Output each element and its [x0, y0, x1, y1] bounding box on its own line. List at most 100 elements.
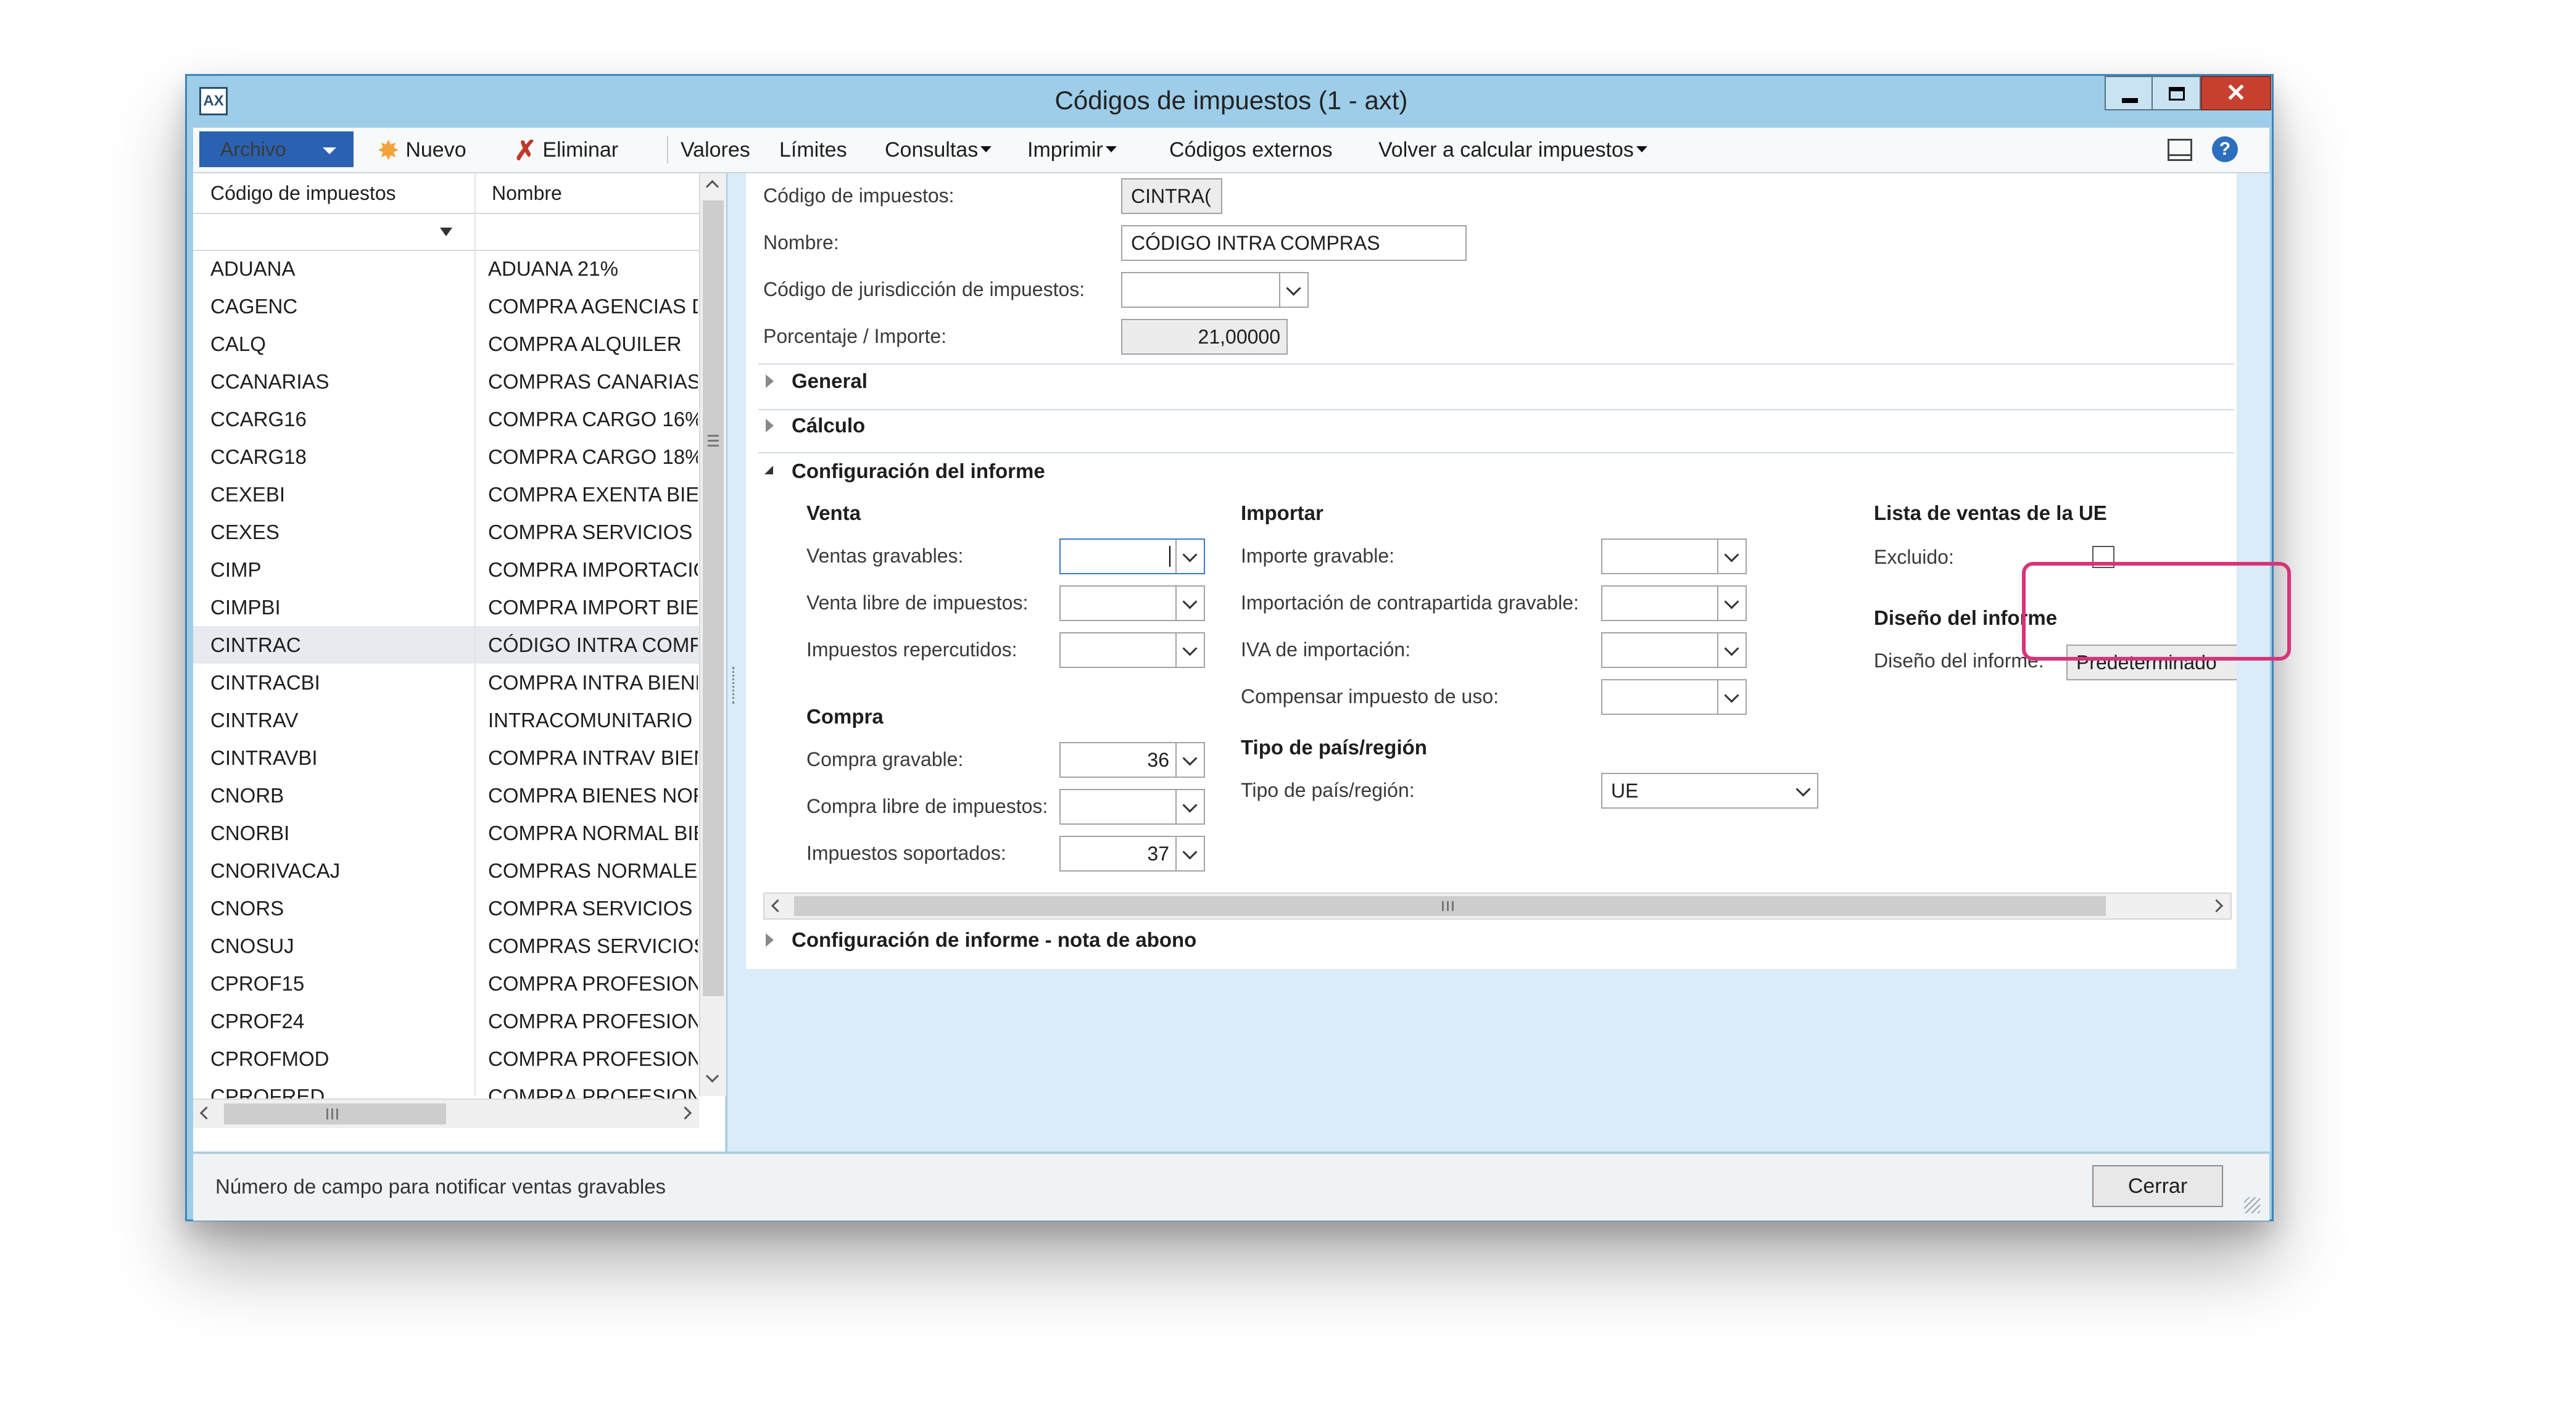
list-row[interactable]: CNORB COMPRA BIENES NOR — [193, 777, 699, 814]
list-row[interactable]: CCANARIAS COMPRAS CANARIAS — [193, 363, 699, 400]
delete-label: Eliminar — [542, 138, 619, 162]
delete-button[interactable]: ✗ Eliminar — [514, 128, 618, 172]
dropdown-button[interactable] — [1717, 587, 1746, 620]
file-menu-button[interactable]: Archivo — [199, 131, 354, 167]
scroll-down-icon[interactable] — [705, 1069, 719, 1083]
scroll-right-icon[interactable] — [2209, 899, 2224, 913]
taxable-sales-combo[interactable] — [1059, 538, 1205, 574]
detail-horizontal-scrollbar[interactable] — [763, 893, 2232, 920]
jurisdiction-combo[interactable] — [1121, 272, 1309, 308]
list-header: Código de impuestos Nombre — [193, 173, 725, 214]
list-row[interactable]: CCARG16 COMPRA CARGO 16% — [193, 400, 699, 438]
list-row[interactable]: CINTRACBI COMPRA INTRA BIENE — [193, 664, 699, 701]
tax-free-purchase-combo[interactable] — [1059, 789, 1205, 825]
column-header-code[interactable]: Código de impuestos — [210, 173, 396, 213]
layout-icon[interactable] — [2168, 139, 2192, 161]
tax-code-cell: CNORBI — [210, 822, 290, 844]
list-row[interactable]: CAGENC COMPRA AGENCIAS D — [193, 287, 699, 325]
list-row[interactable]: CIMPBI COMPRA IMPORT BIEN — [193, 588, 699, 626]
limits-button[interactable]: Límites — [779, 128, 847, 172]
list-row[interactable]: ADUANA ADUANA 21% — [193, 250, 699, 287]
venta-group-title: Venta — [806, 501, 861, 524]
output-tax-label: Impuestos repercutidos: — [806, 638, 1017, 661]
close-form-button[interactable]: Cerrar — [2092, 1165, 2223, 1207]
tax-name-cell: COMPRA PROFESIONA — [488, 1047, 698, 1070]
tax-code-cell: CEXES — [210, 521, 280, 543]
list-row[interactable]: CALQ COMPRA ALQUILER — [193, 325, 699, 363]
tax-codes-window: AX Códigos de impuestos (1 - axt) ✕ Arch… — [185, 74, 2291, 1221]
list-scroll-thumb[interactable] — [703, 200, 724, 996]
tax-code-field[interactable]: CINTRA( — [1121, 178, 1222, 214]
dropdown-button[interactable] — [1175, 790, 1204, 823]
dropdown-button[interactable] — [1717, 680, 1746, 714]
list-row[interactable]: CEXEBI COMPRA EXENTA BIEN — [193, 476, 699, 513]
queries-menu[interactable]: Consultas — [885, 128, 992, 172]
list-row[interactable]: CIMP COMPRA IMPORTACIO — [193, 551, 699, 588]
window-close-button[interactable]: ✕ — [2201, 76, 2271, 110]
section-credit-note-config[interactable]: Configuración de informe - nota de abono — [766, 928, 1196, 951]
print-menu[interactable]: Imprimir — [1027, 128, 1117, 172]
list-row[interactable]: CINTRAV INTRACOMUNITARIO — [193, 701, 699, 739]
section-general[interactable]: General — [766, 369, 868, 392]
dropdown-button[interactable] — [1717, 540, 1746, 573]
filter-dropdown-icon[interactable] — [440, 228, 452, 239]
list-row[interactable]: CINTRAC CÓDIGO INTRA COMP — [193, 626, 699, 664]
tax-free-sales-combo[interactable] — [1059, 585, 1205, 621]
list-row[interactable]: CNORBI COMPRA NORMAL BIE — [193, 814, 699, 852]
expand-icon — [766, 374, 774, 388]
recalculate-taxes-menu[interactable]: Volver a calcular impuestos — [1378, 128, 1647, 172]
dropdown-button[interactable] — [1279, 273, 1307, 307]
list-row[interactable]: CPROFMOD COMPRA PROFESIONA — [193, 1040, 699, 1078]
list-row[interactable]: CEXES COMPRA SERVICIOS E — [193, 513, 699, 551]
values-button[interactable]: Valores — [681, 128, 750, 172]
list-row[interactable]: CNORIVACAJ COMPRAS NORMALES — [193, 852, 699, 889]
section-calculation[interactable]: Cálculo — [766, 414, 865, 437]
list-vertical-scrollbar[interactable] — [699, 173, 726, 1096]
taxable-import-combo[interactable] — [1601, 538, 1747, 574]
dropdown-button[interactable] — [1175, 837, 1204, 870]
list-hscroll-thumb[interactable] — [224, 1103, 446, 1124]
scroll-left-icon[interactable] — [199, 1106, 213, 1120]
external-codes-button[interactable]: Códigos externos — [1169, 128, 1333, 172]
list-horizontal-scrollbar[interactable] — [193, 1099, 699, 1128]
dropdown-button[interactable] — [1790, 774, 1817, 807]
title-bar[interactable]: AX Códigos de impuestos (1 - axt) ✕ — [187, 76, 2276, 125]
resize-grip-icon[interactable] — [2244, 1197, 2260, 1213]
maximize-button[interactable] — [2153, 76, 2201, 110]
dropdown-button[interactable] — [1175, 633, 1204, 667]
list-row[interactable]: CINTRAVBI COMPRA INTRAV BIEN — [193, 739, 699, 777]
dropdown-button[interactable] — [1717, 633, 1746, 667]
filter-row[interactable] — [193, 214, 699, 251]
taxable-purchase-combo[interactable]: 36 — [1059, 742, 1205, 778]
import-offset-combo[interactable] — [1601, 585, 1747, 621]
scroll-left-icon[interactable] — [771, 899, 785, 913]
tax-code-cell: CINTRAVBI — [210, 746, 318, 769]
column-header-name[interactable]: Nombre — [492, 173, 562, 213]
input-tax-combo[interactable]: 37 — [1059, 836, 1205, 872]
new-button[interactable]: ✸ Nuevo — [377, 128, 466, 172]
list-row[interactable]: CCARG18 COMPRA CARGO 18% — [193, 438, 699, 476]
scroll-right-icon[interactable] — [678, 1106, 692, 1120]
minimize-button[interactable] — [2105, 76, 2153, 110]
tax-name-cell: COMPRA AGENCIAS D — [488, 295, 698, 318]
list-row[interactable]: CNORS COMPRA SERVICIOS N — [193, 889, 699, 927]
tax-free-purchase-label: Compra libre de impuestos: — [806, 795, 1048, 817]
splitter-handle[interactable] — [732, 667, 738, 704]
list-row[interactable]: CPROF15 COMPRA PROFESIONA — [193, 965, 699, 1002]
detail-hscroll-thumb[interactable] — [794, 896, 2106, 916]
dropdown-button[interactable] — [1175, 540, 1204, 573]
tax-name-cell: ADUANA 21% — [488, 257, 618, 280]
scroll-up-icon[interactable] — [705, 179, 719, 194]
output-tax-combo[interactable] — [1059, 632, 1205, 668]
use-tax-combo[interactable] — [1601, 679, 1747, 715]
help-icon[interactable]: ? — [2212, 136, 2238, 162]
percentage-field[interactable]: 21,00000 — [1121, 319, 1288, 355]
dropdown-button[interactable] — [1175, 743, 1204, 777]
import-vat-combo[interactable] — [1601, 632, 1747, 668]
list-row[interactable]: CPROF24 COMPRA PROFESIONA — [193, 1002, 699, 1040]
country-type-combo[interactable]: UE — [1601, 773, 1818, 809]
chevron-down-icon — [1182, 547, 1198, 563]
name-field[interactable]: CÓDIGO INTRA COMPRAS — [1121, 225, 1467, 261]
dropdown-button[interactable] — [1175, 587, 1204, 620]
list-row[interactable]: CNOSUJ COMPRAS SERVICIOS I — [193, 927, 699, 965]
